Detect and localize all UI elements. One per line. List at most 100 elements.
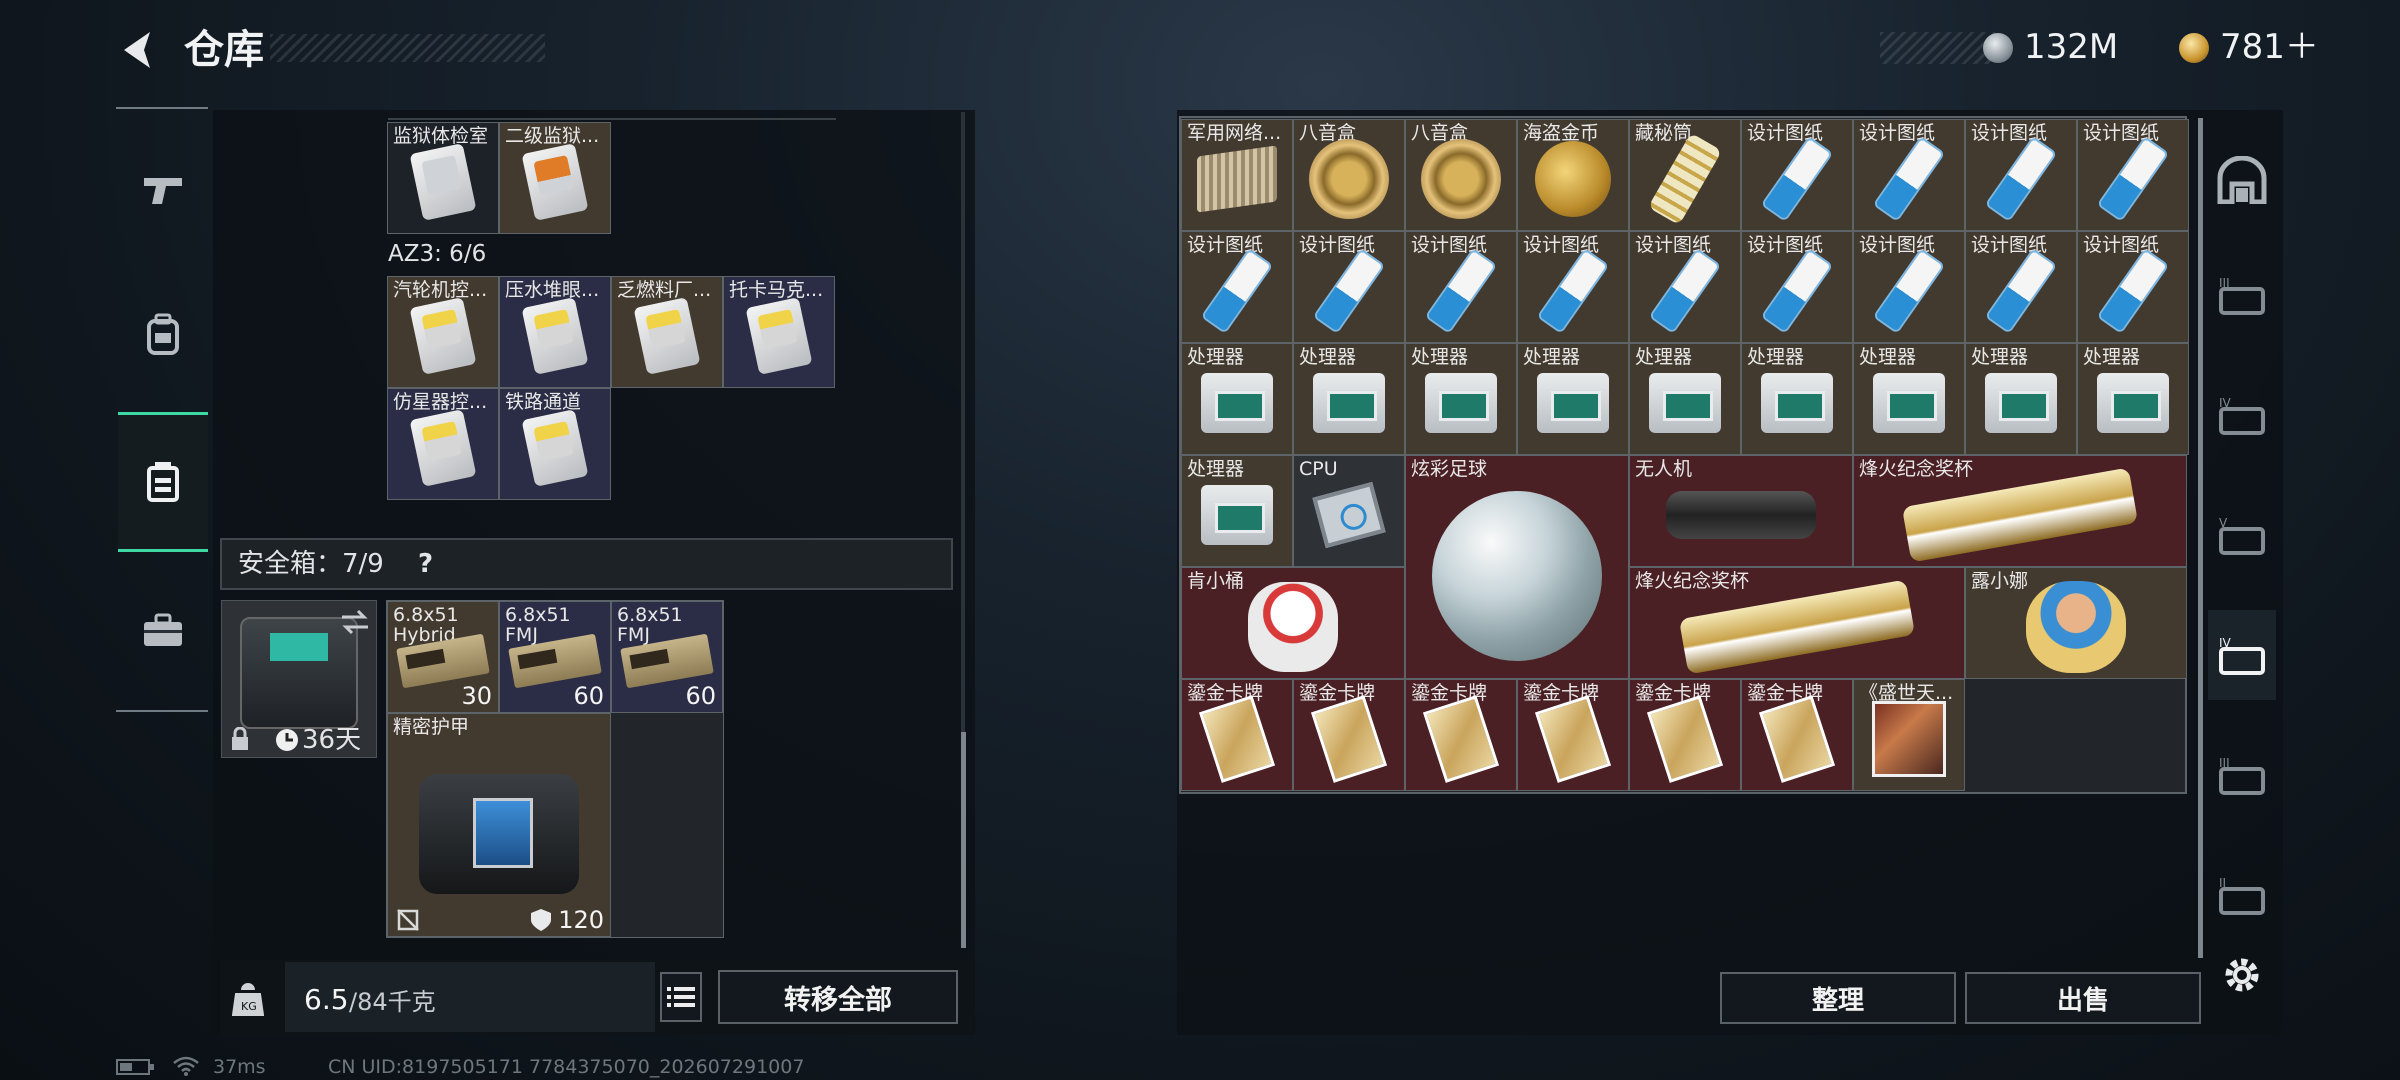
stash-tab-home[interactable] <box>2208 135 2276 225</box>
sort-button[interactable]: 整理 <box>1720 972 1956 1024</box>
item-label: 汽轮机控... <box>393 279 488 301</box>
stash-tab-1[interactable]: III <box>2208 250 2276 340</box>
stash-item-cell[interactable]: 鎏金卡牌 <box>1741 679 1853 791</box>
item-cell-ball[interactable]: 炫彩足球 <box>1405 455 1629 679</box>
item-cell[interactable]: 压水堆眼... <box>499 276 611 388</box>
stash-item-cell[interactable]: 军用网络... <box>1181 119 1293 231</box>
stash-item-cell[interactable]: 鎏金卡牌 <box>1629 679 1741 791</box>
item-cell[interactable]: 托卡马克... <box>723 276 835 388</box>
left-scrollbar[interactable] <box>961 732 966 948</box>
ammo-cell[interactable]: 6.8x51 FMJ 60 <box>611 601 723 713</box>
swap-icon[interactable] <box>340 609 370 635</box>
item-label: 烽火纪念奖杯 <box>1859 458 1974 480</box>
stash-item-cell[interactable]: CPU <box>1293 455 1405 567</box>
stash-tab-4[interactable]: IV <box>2208 610 2276 700</box>
item-label: 处理器 <box>1187 346 1245 368</box>
stash-item-cell[interactable]: 八音盒 <box>1293 119 1405 231</box>
stash-item-cell[interactable]: 处理器 <box>1741 343 1853 455</box>
stash-item-cell[interactable]: 处理器 <box>1629 343 1741 455</box>
stash-tab-3[interactable]: V <box>2208 490 2276 580</box>
stash-item-cell[interactable]: 鎏金卡牌 <box>1517 679 1629 791</box>
stash-item-cell[interactable]: 设计图纸 <box>1853 231 1965 343</box>
stash-item-cell[interactable]: 藏秘筒 <box>1629 119 1741 231</box>
item-cell-doll[interactable]: 露小娜 <box>1965 567 2187 679</box>
scroll-track <box>961 112 965 732</box>
music-box-icon <box>1421 139 1501 220</box>
nav-weapons[interactable] <box>118 125 208 255</box>
weight-current: 6.5 <box>304 983 349 1016</box>
stash-tab-5[interactable]: III <box>2208 730 2276 820</box>
stash-item-cell[interactable]: 鎏金卡牌 <box>1405 679 1517 791</box>
stash-tab-6[interactable]: II <box>2208 850 2276 940</box>
stash-item-cell[interactable]: 设计图纸 <box>1965 119 2077 231</box>
stash-item-cell[interactable]: 设计图纸 <box>1741 119 1853 231</box>
stash-item-cell[interactable]: 设计图纸 <box>2077 119 2189 231</box>
stash-item-cell[interactable]: 处理器 <box>1405 343 1517 455</box>
stash-item-cell[interactable]: 设计图纸 <box>1853 119 1965 231</box>
item-cell-trophy[interactable]: 烽火纪念奖杯 <box>1853 455 2187 567</box>
keycard-icon <box>521 409 589 488</box>
gold-card-icon <box>1422 695 1500 784</box>
stash-item-cell[interactable]: 处理器 <box>1965 343 2077 455</box>
stash-item-cell[interactable]: 设计图纸 <box>1965 231 2077 343</box>
item-cell[interactable]: 二级监狱... <box>499 122 611 234</box>
stash-item-cell[interactable]: 处理器 <box>2077 343 2189 455</box>
back-button[interactable] <box>112 24 160 76</box>
stash-item-cell[interactable]: 设计图纸 <box>1629 231 1741 343</box>
nav-container[interactable] <box>118 412 208 552</box>
ammo-cell[interactable]: 6.8x51 Hybrid 30 <box>387 601 499 713</box>
ammo-cell[interactable]: 6.8x51 FMJ 60 <box>499 601 611 713</box>
page-title: 仓库 <box>184 27 264 73</box>
right-scrollbar[interactable] <box>2198 118 2203 958</box>
item-cell[interactable]: 汽轮机控... <box>387 276 499 388</box>
armor-cell[interactable]: 精密护甲 120 <box>387 713 611 937</box>
stash-item-cell[interactable]: 八音盒 <box>1405 119 1517 231</box>
blueprint-icon <box>1539 251 1607 332</box>
blueprint-icon <box>1427 251 1495 332</box>
battery-icon <box>116 1059 154 1075</box>
gold-card-icon <box>1310 695 1388 784</box>
item-cell[interactable]: 乏燃料厂... <box>611 276 723 388</box>
gold-card-icon <box>1198 695 1276 784</box>
football-icon <box>1432 490 1602 661</box>
safe-box-slot[interactable]: 36天 <box>221 600 377 758</box>
item-cell-drone[interactable]: 无人机 <box>1629 455 1853 567</box>
currency-2-amount[interactable]: 781＋ <box>2220 27 2319 67</box>
stash-item-cell[interactable]: 设计图纸 <box>1181 231 1293 343</box>
item-cell[interactable]: 仿星器控... <box>387 388 499 500</box>
stash-item-cell[interactable]: 设计图纸 <box>2077 231 2189 343</box>
stash-item-cell[interactable]: 设计图纸 <box>1741 231 1853 343</box>
help-icon[interactable]: ? <box>418 549 433 579</box>
stash-item-cell[interactable]: 处理器 <box>1181 343 1293 455</box>
item-cell-figure[interactable]: 肯小桶 <box>1181 567 1405 679</box>
stash-item-cell[interactable]: 设计图纸 <box>1293 231 1405 343</box>
nav-equipment[interactable] <box>118 270 208 400</box>
stash-item-cell[interactable]: 设计图纸 <box>1405 231 1517 343</box>
stash-v-icon: V <box>2219 516 2265 555</box>
stash-item-cell[interactable]: 处理器 <box>1181 455 1293 567</box>
item-cell[interactable]: 监狱体检室 <box>387 122 499 234</box>
keycard-icon <box>409 297 477 376</box>
sell-button[interactable]: 出售 <box>1965 972 2201 1024</box>
stash-tab-2[interactable]: IV <box>2208 370 2276 460</box>
processor-icon <box>1873 373 1945 434</box>
stash-item-cell[interactable]: 处理器 <box>1293 343 1405 455</box>
transfer-all-button[interactable]: 转移全部 <box>718 970 958 1024</box>
settings-button[interactable] <box>2208 930 2276 1020</box>
stash-item-cell[interactable]: 处理器 <box>1853 343 1965 455</box>
stash-item-cell[interactable]: 鎏金卡牌 <box>1293 679 1405 791</box>
stash-item-cell[interactable]: 设计图纸 <box>1517 231 1629 343</box>
list-view-button[interactable] <box>660 972 702 1022</box>
stash-item-cell[interactable]: 《盛世天... <box>1853 679 1965 791</box>
item-label: 设计图纸 <box>1971 122 2048 144</box>
nav-briefcase[interactable] <box>118 565 208 695</box>
processor-icon <box>2097 373 2169 434</box>
item-cell[interactable]: 铁路通道 <box>499 388 611 500</box>
lock-icon <box>232 727 248 750</box>
stash-item-cell[interactable]: 海盗金币 <box>1517 119 1629 231</box>
stash-item-cell[interactable]: 鎏金卡牌 <box>1181 679 1293 791</box>
item-cell-trophy[interactable]: 烽火纪念奖杯 <box>1629 567 1965 679</box>
stash-item-cell[interactable]: 处理器 <box>1517 343 1629 455</box>
blueprint-icon <box>1763 251 1831 332</box>
armor-icon <box>419 773 579 894</box>
